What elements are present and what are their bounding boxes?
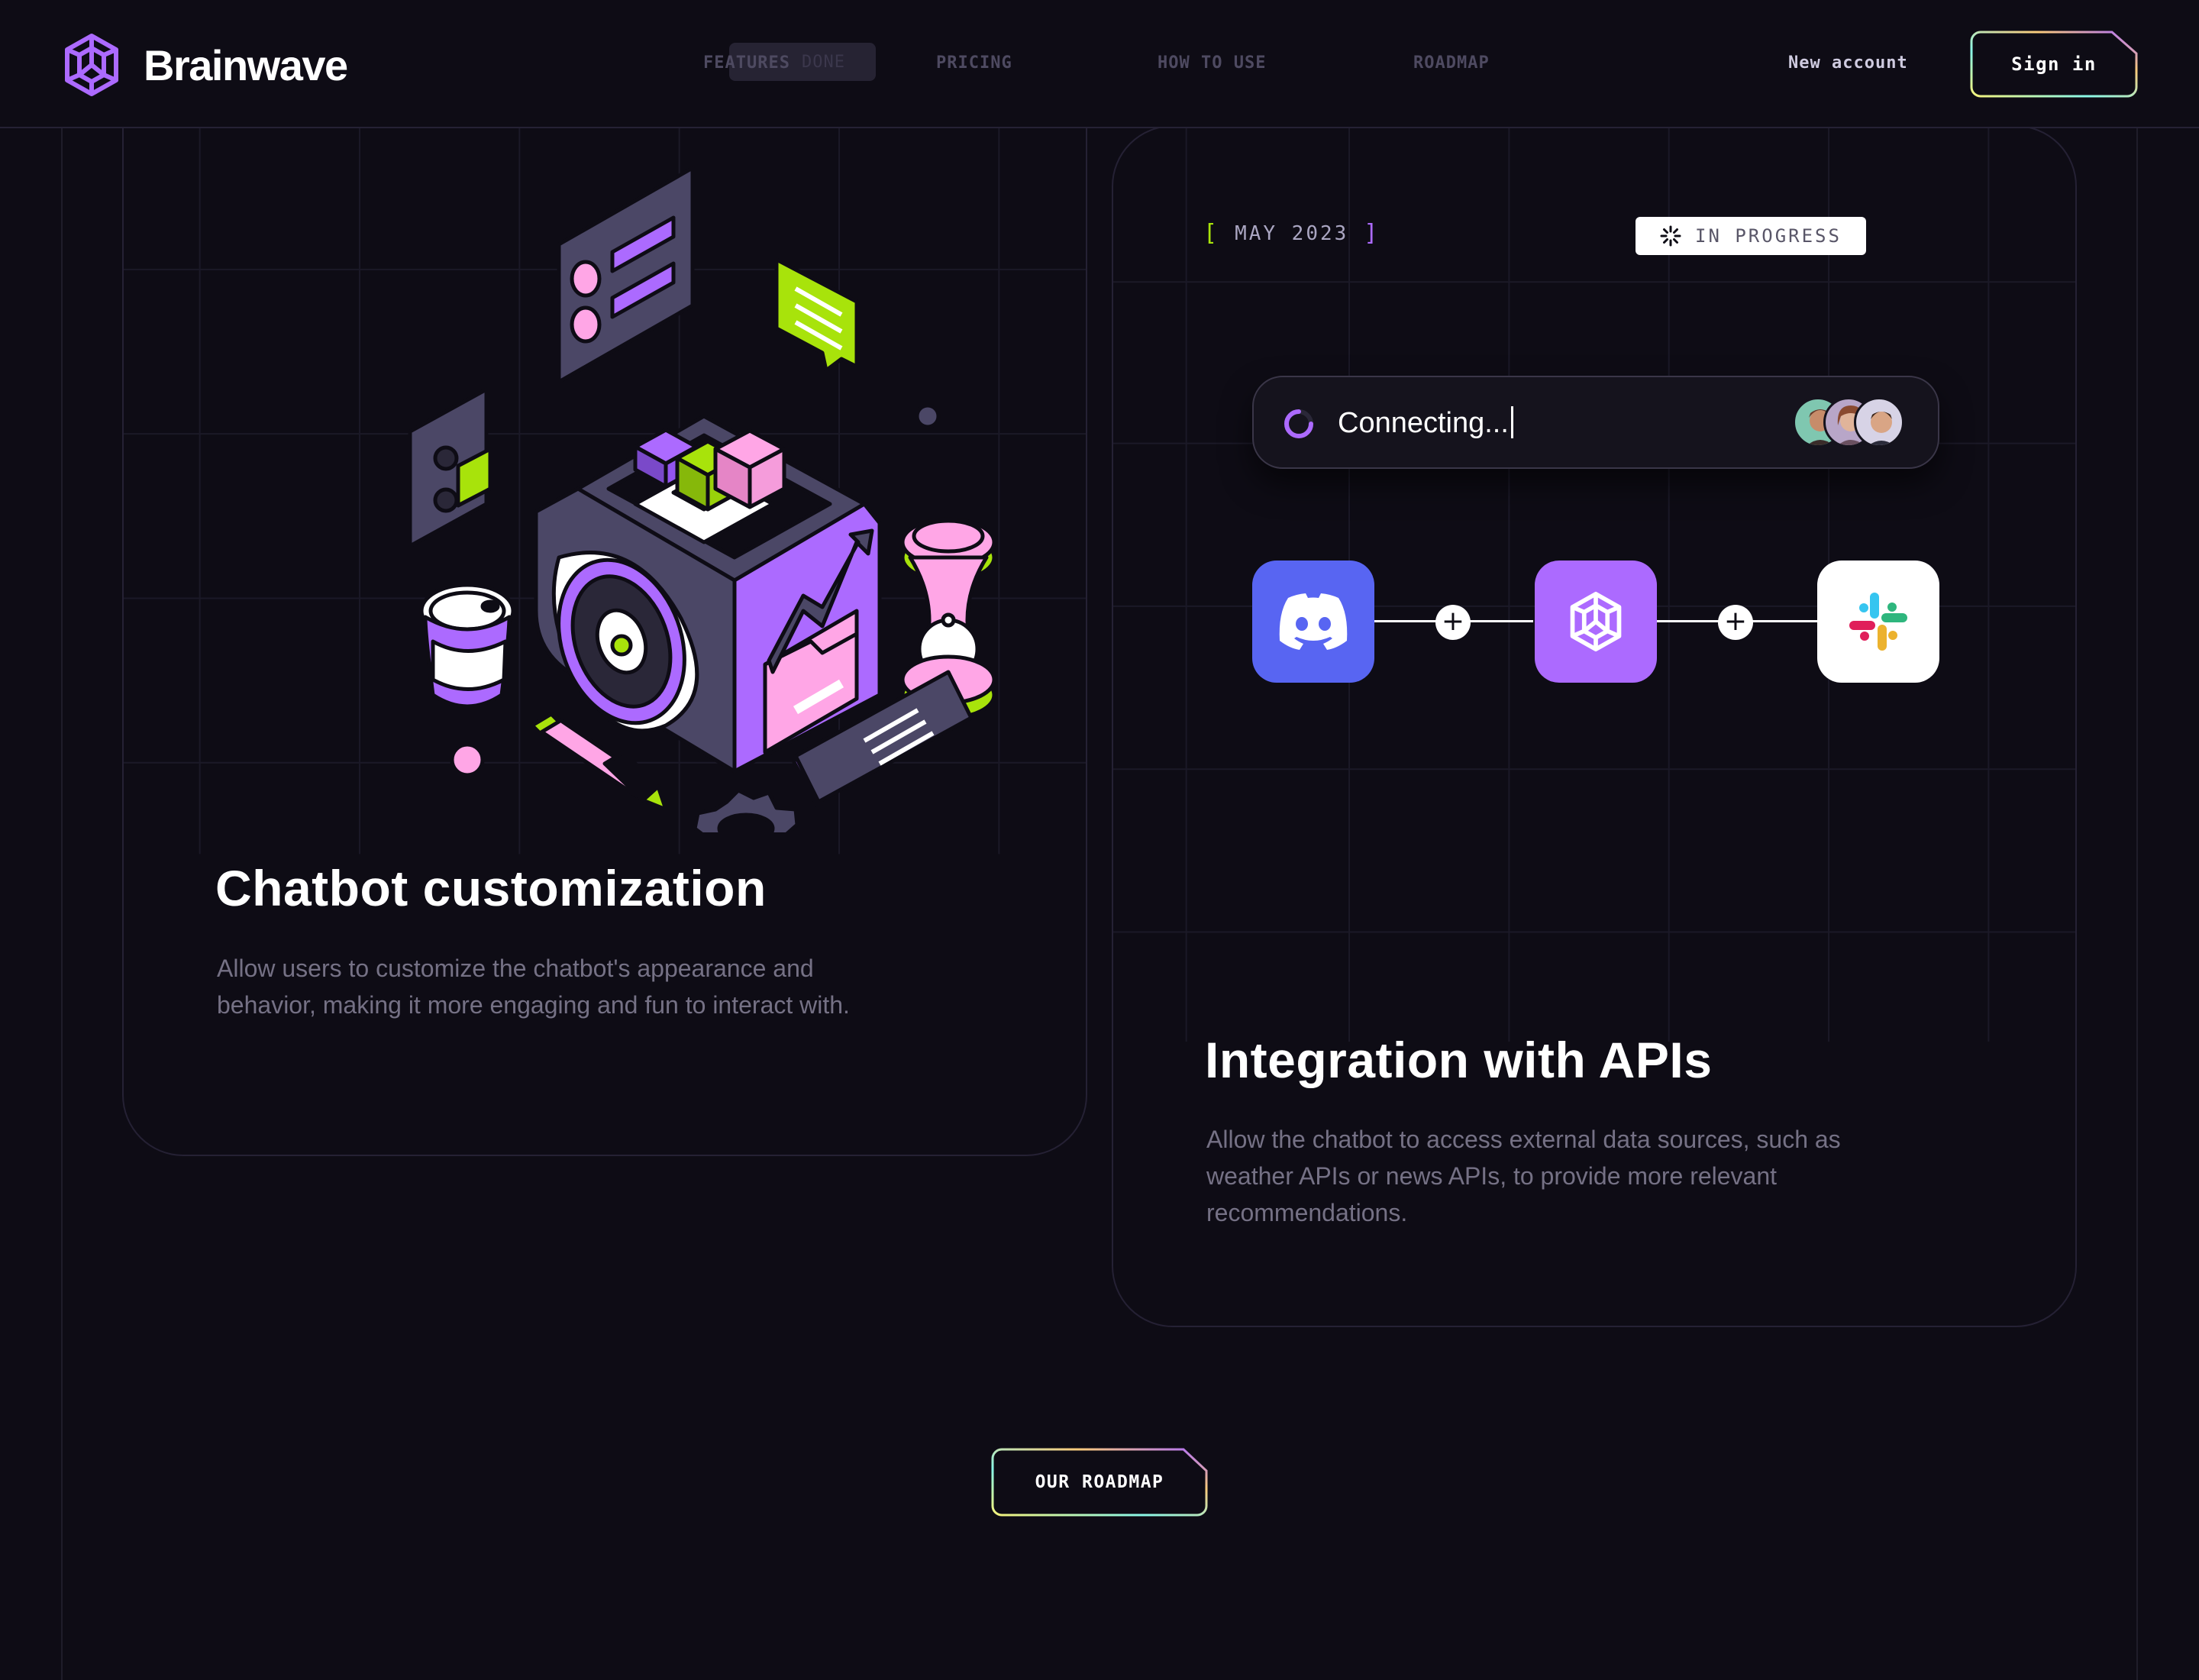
plus-node-icon: + <box>1718 605 1753 640</box>
nav-features[interactable]: Features <box>703 53 790 73</box>
brand-name: Brainwave <box>144 40 348 89</box>
frame-line-left <box>61 128 63 1680</box>
brainwave-app-tile <box>1535 561 1657 683</box>
description-line: Allow users to customize the chatbot's a… <box>217 955 814 982</box>
nav-pricing[interactable]: Pricing <box>936 53 1012 73</box>
text-caret <box>1510 406 1513 438</box>
discord-icon <box>1279 593 1348 650</box>
card-title: Integration with APIs <box>1205 1032 1713 1088</box>
new-account-link[interactable]: New account <box>1788 53 1908 73</box>
card-title: Chatbot customization <box>215 860 767 916</box>
nav-roadmap[interactable]: Roadmap <box>1413 53 1490 73</box>
loading-spinner-icon <box>1660 225 1681 247</box>
description-line: Allow the chatbot to access external dat… <box>1206 1126 1841 1153</box>
brand-logo[interactable]: Brainwave <box>60 31 348 99</box>
discord-app-tile <box>1252 561 1374 683</box>
sign-in-button[interactable]: Sign in <box>1970 31 2138 98</box>
sign-in-label: Sign in <box>2011 53 2097 75</box>
feature-card-integration-apis: [ May 2023 ] In progress Connecting... <box>1112 125 2077 1327</box>
card-description: Allow the chatbot to access external dat… <box>1206 1121 1841 1231</box>
bracket-left: [ <box>1203 220 1220 247</box>
brainwave-logo-icon <box>65 34 118 96</box>
avatar <box>1854 397 1904 447</box>
card-description: Allow users to customize the chatbot's a… <box>217 950 850 1023</box>
frame-line-right <box>2136 128 2138 1680</box>
slack-app-tile <box>1817 561 1939 683</box>
bracket-right: ] <box>1364 220 1380 247</box>
roadmap-date: May 2023 <box>1235 221 1349 245</box>
feature-card-chatbot-customization: Chatbot customization Allow users to cus… <box>122 92 1087 1156</box>
our-roadmap-label: Our roadmap <box>1035 1472 1164 1492</box>
site-header: Brainwave DONE Features Pricing How to u… <box>0 0 2199 128</box>
connecting-status-text: Connecting... <box>1338 406 1513 440</box>
loading-ring-icon <box>1284 409 1313 438</box>
description-line: weather APIs or news APIs, to provide mo… <box>1206 1162 1778 1190</box>
brainwave-icon <box>1570 591 1622 652</box>
status-text: In progress <box>1695 225 1842 247</box>
isometric-cube-illustration <box>408 166 996 832</box>
status-badge: In progress <box>1636 217 1866 255</box>
slack-icon <box>1849 593 1907 651</box>
roadmap-date-tag: [ May 2023 ] <box>1203 220 1380 247</box>
nav-how-to-use[interactable]: How to use <box>1158 53 1266 73</box>
description-line: behavior, making it more engaging and fu… <box>217 991 850 1019</box>
our-roadmap-button[interactable]: Our roadmap <box>991 1448 1208 1517</box>
connecting-label: Connecting... <box>1338 407 1509 439</box>
connecting-chat-bar: Connecting... <box>1252 376 1939 469</box>
description-line: recommendations. <box>1206 1199 1408 1226</box>
plus-node-icon: + <box>1435 605 1471 640</box>
